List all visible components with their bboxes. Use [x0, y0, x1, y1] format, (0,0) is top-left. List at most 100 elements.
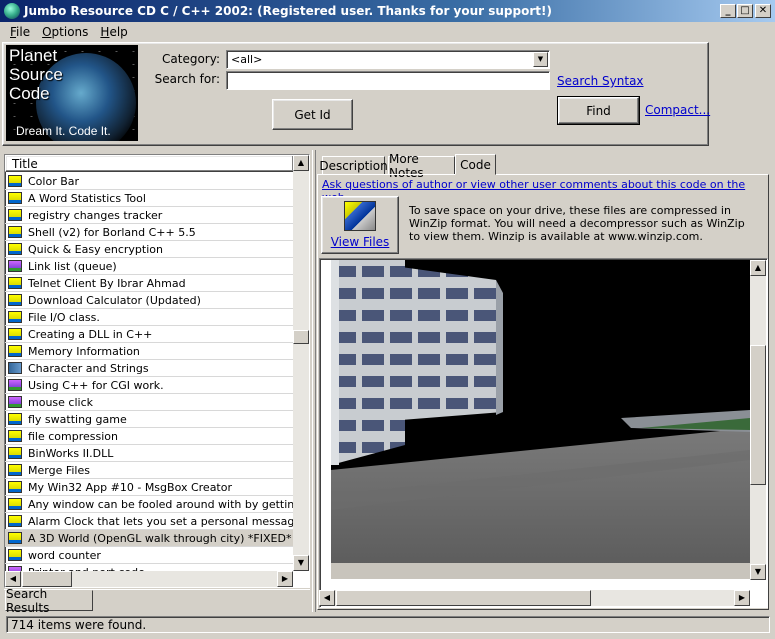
scroll-left-button[interactable]: ◀ — [5, 571, 21, 587]
scroll-thumb[interactable] — [293, 330, 309, 344]
chevron-down-icon[interactable]: ▼ — [533, 52, 548, 67]
list-item[interactable]: Link list (queue) — [5, 258, 293, 275]
scroll-up-button[interactable]: ▲ — [293, 155, 309, 171]
list-item[interactable]: Telnet Client By Ibrar Ahmad — [5, 275, 293, 292]
file-icon — [8, 413, 22, 425]
scroll-thumb[interactable] — [336, 590, 591, 606]
list-item[interactable]: word counter — [5, 547, 293, 564]
status-text: 714 items were found. — [6, 615, 770, 633]
list-item[interactable]: My Win32 App #10 - MsgBox Creator — [5, 479, 293, 496]
list-horizontal-scrollbar[interactable]: ◀ ▶ — [5, 571, 293, 587]
list-item-label: Telnet Client By Ibrar Ahmad — [28, 276, 186, 290]
list-item-label: Download Calculator (Updated) — [28, 293, 201, 307]
list-item[interactable]: File I/O class. — [5, 309, 293, 326]
list-item[interactable]: Color Bar — [5, 173, 293, 190]
list-item[interactable]: Quick & Easy encryption — [5, 241, 293, 258]
title-bar[interactable]: Jumbo Resource CD C / C++ 2002: (Registe… — [0, 0, 775, 22]
list-item[interactable]: Download Calculator (Updated) — [5, 292, 293, 309]
scroll-left-button[interactable]: ◀ — [319, 590, 335, 606]
list-item[interactable]: A 3D World (OpenGL walk through city) *F… — [5, 530, 293, 547]
results-rows: Color Bar A Word Statistics Tool registry … — [5, 173, 293, 571]
list-item[interactable]: Character and Strings — [5, 360, 293, 377]
list-item[interactable]: Shell (v2) for Borland C++ 5.5 — [5, 224, 293, 241]
list-item-label: Alarm Clock that lets you set a personal… — [28, 514, 293, 528]
tab-more-notes[interactable]: More Notes — [388, 152, 455, 180]
book-icon — [8, 362, 22, 374]
category-dropdown[interactable]: <all> ▼ — [226, 50, 550, 69]
splitter[interactable] — [312, 150, 316, 612]
minimize-button[interactable]: _ — [720, 4, 736, 18]
list-item[interactable]: file compression — [5, 428, 293, 445]
list-item[interactable]: registry changes tracker — [5, 207, 293, 224]
winzip-icon — [344, 201, 376, 231]
scroll-right-button[interactable]: ▶ — [734, 590, 750, 606]
list-item-label: Character and Strings — [28, 361, 149, 375]
file-icon — [8, 328, 22, 340]
tree-icon — [8, 396, 22, 408]
view-files-button[interactable]: View Files — [321, 196, 399, 254]
list-item-label: BinWorks II.DLL — [28, 446, 114, 460]
tab-search-results[interactable]: Search Results — [5, 587, 93, 615]
list-item[interactable]: BinWorks II.DLL — [5, 445, 293, 462]
list-item[interactable]: Using C++ for CGI work. — [5, 377, 293, 394]
app-icon[interactable] — [4, 3, 20, 19]
get-id-button[interactable]: Get Id — [272, 99, 353, 130]
file-icon — [8, 243, 22, 255]
file-icon — [8, 532, 22, 544]
list-item-label: Using C++ for CGI work. — [28, 378, 164, 392]
search-syntax-link[interactable]: Search Syntax — [557, 74, 644, 88]
column-header-title[interactable]: Title — [5, 155, 294, 172]
menu-file[interactable]: File — [4, 25, 36, 39]
search-input[interactable] — [226, 71, 550, 90]
file-icon — [8, 481, 22, 493]
list-item-label: Any window can be fooled around with by … — [28, 497, 293, 511]
file-icon — [8, 345, 22, 357]
menu-options[interactable]: Options — [36, 25, 94, 39]
file-icon — [8, 447, 22, 459]
list-item[interactable]: mouse click — [5, 394, 293, 411]
list-item[interactable]: Printer and port code — [5, 564, 293, 571]
list-item[interactable]: fly swatting game — [5, 411, 293, 428]
code-horizontal-scrollbar[interactable]: ◀ ▶ — [319, 590, 750, 606]
menu-help[interactable]: Help — [94, 25, 133, 39]
list-item[interactable]: Alarm Clock that lets you set a personal… — [5, 513, 293, 530]
file-icon — [8, 294, 22, 306]
scroll-right-button[interactable]: ▶ — [277, 571, 293, 587]
menu-bar: File Options Help — [0, 23, 775, 41]
file-icon — [8, 209, 22, 221]
list-item[interactable]: Merge Files — [5, 462, 293, 479]
close-button[interactable]: ✕ — [755, 4, 771, 18]
scroll-down-button[interactable]: ▼ — [750, 564, 766, 580]
maximize-button[interactable]: □ — [737, 4, 753, 18]
compact-link[interactable]: Compact... — [645, 103, 710, 117]
list-vertical-scrollbar[interactable]: ▲ ▼ — [293, 155, 309, 571]
list-item[interactable]: Any window can be fooled around with by … — [5, 496, 293, 513]
list-item[interactable]: A Word Statistics Tool — [5, 190, 293, 207]
list-item[interactable]: Memory Information — [5, 343, 293, 360]
code-vertical-scrollbar[interactable]: ▲ ▼ — [750, 260, 766, 580]
list-item-label: A Word Statistics Tool — [28, 191, 146, 205]
file-icon — [8, 515, 22, 527]
tab-description[interactable]: Description — [319, 156, 388, 175]
tree-icon — [8, 379, 22, 391]
window-title: Jumbo Resource CD C / C++ 2002: (Registe… — [24, 4, 552, 18]
list-item[interactable]: Creating a DLL in C++ — [5, 326, 293, 343]
list-item-label: word counter — [28, 548, 101, 562]
tab-code[interactable]: Code — [455, 154, 496, 175]
scroll-up-button[interactable]: ▲ — [750, 260, 766, 276]
scroll-thumb[interactable] — [22, 571, 72, 587]
category-label: Category: — [162, 52, 220, 66]
file-icon — [8, 192, 22, 204]
find-button[interactable]: Find — [557, 96, 640, 125]
scroll-down-button[interactable]: ▼ — [293, 555, 309, 571]
zip-note: To save space on your drive, these files… — [409, 204, 745, 243]
file-icon — [8, 175, 22, 187]
list-item-label: A 3D World (OpenGL walk through city) *F… — [28, 531, 292, 545]
list-item-label: fly swatting game — [28, 412, 127, 426]
file-icon — [8, 498, 22, 510]
file-icon — [8, 430, 22, 442]
file-icon — [8, 549, 22, 561]
list-item-label: My Win32 App #10 - MsgBox Creator — [28, 480, 232, 494]
scroll-thumb[interactable] — [750, 345, 766, 485]
list-item-label: Quick & Easy encryption — [28, 242, 163, 256]
